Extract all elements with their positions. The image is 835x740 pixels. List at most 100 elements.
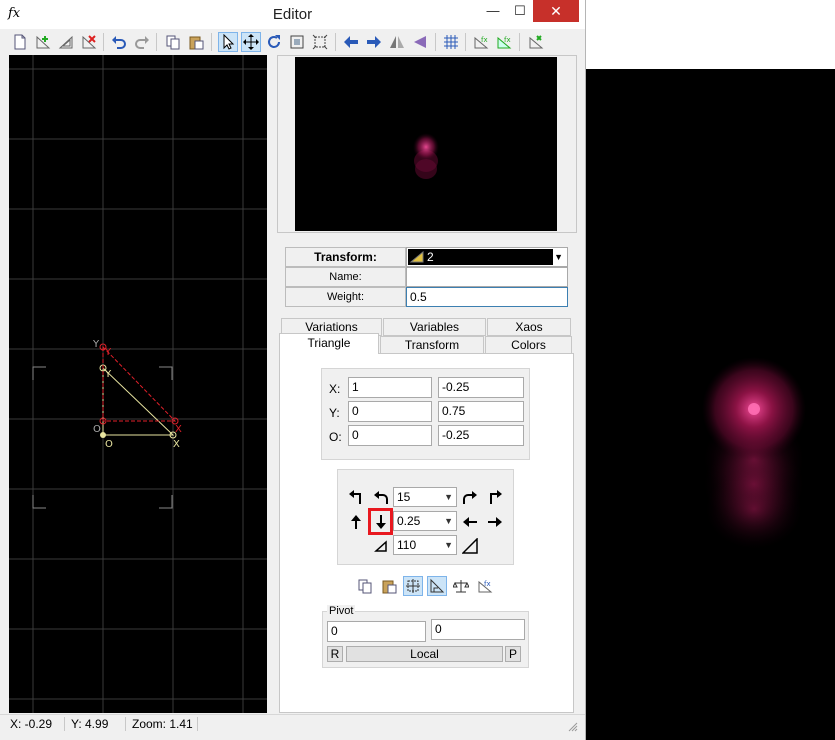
rotate-angle-select[interactable]: 15 ▼ [393,487,457,507]
canvas-label-x-yellow: X [173,439,180,450]
paste-triangle-icon[interactable] [379,576,399,596]
tab-triangle[interactable]: Triangle [279,333,379,354]
delete-icon[interactable] [79,32,99,52]
rotate-cw-90-icon[interactable] [485,487,505,507]
move-left-icon[interactable] [460,512,480,532]
title-bar[interactable]: fx Editor — ☐ ✕ [0,0,585,29]
y-label: Y: [329,406,340,420]
name-label: Name: [285,267,406,287]
o-input-a[interactable]: 0 [348,425,432,446]
pivot-pick-button[interactable]: P [505,646,521,662]
mirror-v-icon[interactable] [410,32,430,52]
scale-up-icon[interactable] [460,536,480,556]
reference-triangle[interactable] [99,364,177,439]
scale-percent-value: 110 [397,538,417,552]
chevron-down-icon: ▼ [554,252,563,262]
x-input-b[interactable]: -0.25 [438,377,524,398]
rotate-cw-icon[interactable] [460,487,480,507]
move-up-icon[interactable] [346,512,366,532]
show-axis-icon[interactable] [427,576,447,596]
weight-label: Weight: [285,287,406,307]
preview-canvas [295,57,557,231]
scale-down-icon[interactable] [371,536,391,556]
x-label: X: [329,382,341,396]
name-input[interactable] [406,267,568,287]
main-render-canvas [586,69,835,740]
move-icon[interactable] [241,32,261,52]
rotate-angle-value: 15 [397,490,411,504]
move-distance-select[interactable]: 0.25 ▼ [393,511,457,531]
canvas-label-y-selected: Y [104,347,112,358]
duplicate-icon[interactable] [56,32,76,52]
status-x: X: -0.29 [10,717,53,731]
editor-window: fx Editor — ☐ ✕ fx fx Y Y Y O O X X Tran… [0,0,586,740]
fit-icon[interactable] [310,32,330,52]
balance-icon[interactable] [451,576,471,596]
undo-icon[interactable] [109,32,129,52]
tab-transform[interactable]: Transform [380,336,484,354]
new-icon[interactable] [10,32,30,52]
chevron-down-icon: ▼ [444,540,453,550]
grid-icon[interactable] [441,32,461,52]
chevron-down-icon: ▼ [444,516,453,526]
mirror-h-icon[interactable] [387,32,407,52]
y-input-a[interactable]: 0 [348,401,432,422]
pivot-x-input[interactable]: 0 [327,621,426,642]
y-input-b[interactable]: 0.75 [438,401,524,422]
status-y: Y: 4.99 [71,717,109,731]
editor-grid [9,55,267,713]
rotate-ccw-icon[interactable] [371,487,391,507]
toolbar: fx fx [0,29,585,55]
svg-text:fx: fx [504,36,511,44]
move-right-icon[interactable] [485,512,505,532]
canvas-label-o-yellow: O [105,439,113,450]
close-button[interactable]: ✕ [533,0,579,22]
panel-splitter[interactable] [268,55,276,713]
pivot-title: Pivot [327,605,356,617]
post-transform-icon[interactable]: fx [494,32,514,52]
canvas-label-x-selected: X [175,424,182,435]
flame-render [702,357,806,549]
transform-label: Transform: [285,247,406,267]
triangle-editor-canvas[interactable]: Y Y Y O O X X [9,55,267,713]
selected-triangle[interactable] [99,343,179,425]
copy-triangle-icon[interactable] [355,576,375,596]
rotate-ccw-90-icon[interactable] [346,487,366,507]
x-input-a[interactable]: 1 [348,377,432,398]
pivot-mode-button[interactable]: Local [346,646,503,662]
tab-xaos[interactable]: Xaos [487,318,571,336]
paste-icon[interactable] [186,32,206,52]
resize-grip-icon[interactable] [568,722,578,732]
triangle-icon [410,251,424,263]
flip-left-icon[interactable] [341,32,361,52]
canvas-label-y-yellow: Y [104,369,112,380]
transform-selected-value: 2 [427,250,434,264]
tab-variables[interactable]: Variables [383,318,486,336]
pivot-reset-button[interactable]: R [327,646,343,662]
canvas-label-o-ref: O [93,424,101,435]
add-icon[interactable] [33,32,53,52]
chevron-down-icon: ▼ [444,492,453,502]
scale-icon[interactable] [287,32,307,52]
move-down-icon[interactable] [371,512,391,532]
select-icon[interactable] [218,32,238,52]
variation-icon[interactable]: fx [471,32,491,52]
auto-zoom-icon[interactable] [403,576,423,596]
scale-percent-select[interactable]: 110 ▼ [393,535,457,555]
o-label: O: [329,430,342,444]
transform-select[interactable]: 2 ▼ [406,247,568,267]
status-bar: X: -0.29 Y: 4.99 Zoom: 1.41 [0,714,585,740]
minimize-button[interactable]: — [478,0,508,22]
redo-icon[interactable] [132,32,152,52]
maximize-button[interactable]: ☐ [505,0,535,22]
copy-icon[interactable] [163,32,183,52]
rotate-icon[interactable] [264,32,284,52]
move-distance-value: 0.25 [397,514,421,528]
reset-icon[interactable] [526,32,546,52]
o-input-b[interactable]: -0.25 [438,425,524,446]
weight-input[interactable]: 0.5 [406,287,568,307]
post-triangle-icon[interactable]: fx [475,576,495,596]
pivot-y-input[interactable]: 0 [431,619,525,640]
flip-right-icon[interactable] [364,32,384,52]
tab-colors[interactable]: Colors [485,336,572,354]
